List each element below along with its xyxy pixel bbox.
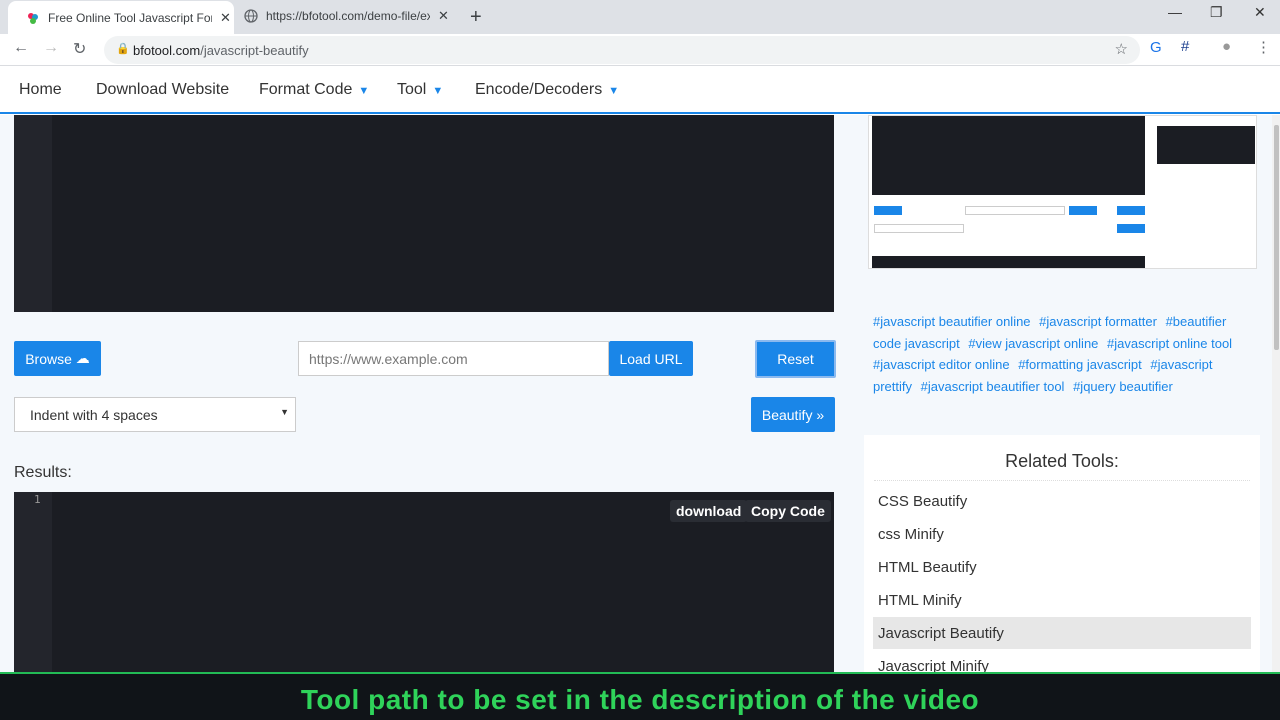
caption-text: Tool path to be set in the description o… [300,684,980,715]
download-button[interactable]: download [670,500,748,522]
minimize-icon[interactable]: — [1168,4,1182,20]
back-icon[interactable]: ← [13,39,29,57]
tag-link[interactable]: #javascript beautifier online [873,314,1031,329]
restore-icon[interactable]: ❐ [1210,4,1223,21]
cloud-upload-icon: ☁ [75,350,90,366]
related-item-javascript-beautify[interactable]: Javascript Beautify [873,617,1251,649]
new-tab-button[interactable]: + [470,6,482,29]
crop-extension-icon[interactable]: # [1181,38,1189,55]
indent-select[interactable]: Indent with 4 spaces ▼ [14,397,296,432]
nav-tool[interactable]: Tool ▼ [397,81,443,99]
tag-link[interactable]: #jquery beautifier [1073,379,1173,394]
tag-link[interactable]: #javascript beautifier tool [921,379,1065,394]
results-label: Results: [14,464,72,481]
tag-link[interactable]: #view javascript online [968,336,1098,351]
editor-gutter [14,115,52,312]
nav-home[interactable]: Home [19,81,62,99]
forward-icon[interactable]: → [43,39,59,57]
browser-tab-bar: Free Online Tool Javascript Format ✕ htt… [0,0,1280,34]
reload-icon[interactable]: ↻ [73,39,86,59]
related-tools-panel: Related Tools: CSS Beautify css Minify H… [864,435,1260,672]
tag-link[interactable]: #formatting javascript [1018,357,1142,372]
tab-title: Free Online Tool Javascript Format [48,10,212,25]
line-number: 1 [34,493,41,506]
address-bar: ← → ↻ 🔒 bfotool.com/javascript-beautify … [0,34,1280,66]
input-code-editor[interactable] [14,115,834,312]
copy-code-button[interactable]: Copy Code [745,500,831,522]
menu-dots-icon[interactable]: ⋮ [1256,38,1271,56]
omnibox[interactable]: 🔒 bfotool.com/javascript-beautify ☆ [104,36,1140,64]
related-item-css-minify[interactable]: css Minify [873,518,1251,550]
tag-link[interactable]: #javascript editor online [873,357,1010,372]
tab-close-icon[interactable]: ✕ [438,8,449,24]
url-input[interactable]: https://www.example.com [298,341,609,376]
profile-avatar-icon[interactable]: ● [1222,38,1231,55]
select-arrow-icon: ▼ [280,407,289,417]
scrollbar-thumb[interactable] [1274,125,1279,350]
nav-download-website[interactable]: Download Website [96,81,229,99]
tab-inactive[interactable]: https://bfotool.com/demo-file/ex ✕ [226,0,456,32]
close-window-icon[interactable]: ✕ [1254,4,1266,21]
results-code-editor[interactable]: 1 download Copy Code [14,492,834,672]
site-navigation: Home Download Website Format Code ▼ Tool ▼… [0,66,1280,114]
editor-gutter [14,492,52,672]
bookmark-star-icon[interactable]: ☆ [1115,40,1128,58]
tag-list: #javascript beautifier online #javascrip… [873,311,1253,397]
lock-icon: 🔒 [116,43,130,55]
reset-button[interactable]: Reset [755,340,836,378]
tag-link[interactable]: #javascript online tool [1107,336,1232,351]
nav-encode-decoders[interactable]: Encode/Decoders ▼ [475,81,619,99]
tab-title: https://bfotool.com/demo-file/ex [266,9,430,23]
translate-extension-icon[interactable]: G [1150,39,1162,56]
related-item-css-beautify[interactable]: CSS Beautify [873,485,1251,517]
main-content: Browse ☁ https://www.example.com Load UR… [0,115,1272,672]
beautify-button[interactable]: Beautify » [751,397,835,432]
nav-format-code[interactable]: Format Code ▼ [259,81,369,99]
browse-button[interactable]: Browse ☁ [14,341,101,376]
globe-icon [244,9,258,23]
tab-active[interactable]: Free Online Tool Javascript Format ✕ [8,1,234,34]
caret-down-icon: ▼ [608,85,620,97]
video-caption-bar: Tool path to be set in the description o… [0,672,1280,720]
divider [874,480,1250,481]
tool-preview-image [868,115,1257,269]
load-url-button[interactable]: Load URL [609,341,693,376]
tag-link[interactable]: #javascript formatter [1039,314,1157,329]
related-item-javascript-minify[interactable]: Javascript Minify [873,650,1251,672]
related-item-html-beautify[interactable]: HTML Beautify [873,551,1251,583]
url-text: bfotool.com/javascript-beautify [133,43,309,58]
related-tools-title: Related Tools: [1005,451,1119,471]
caret-down-icon: ▼ [358,85,370,97]
double-chevron-right-icon: » [816,406,825,423]
related-item-html-minify[interactable]: HTML Minify [873,584,1251,616]
site-favicon-icon [28,12,38,24]
caret-down-icon: ▼ [432,85,444,97]
